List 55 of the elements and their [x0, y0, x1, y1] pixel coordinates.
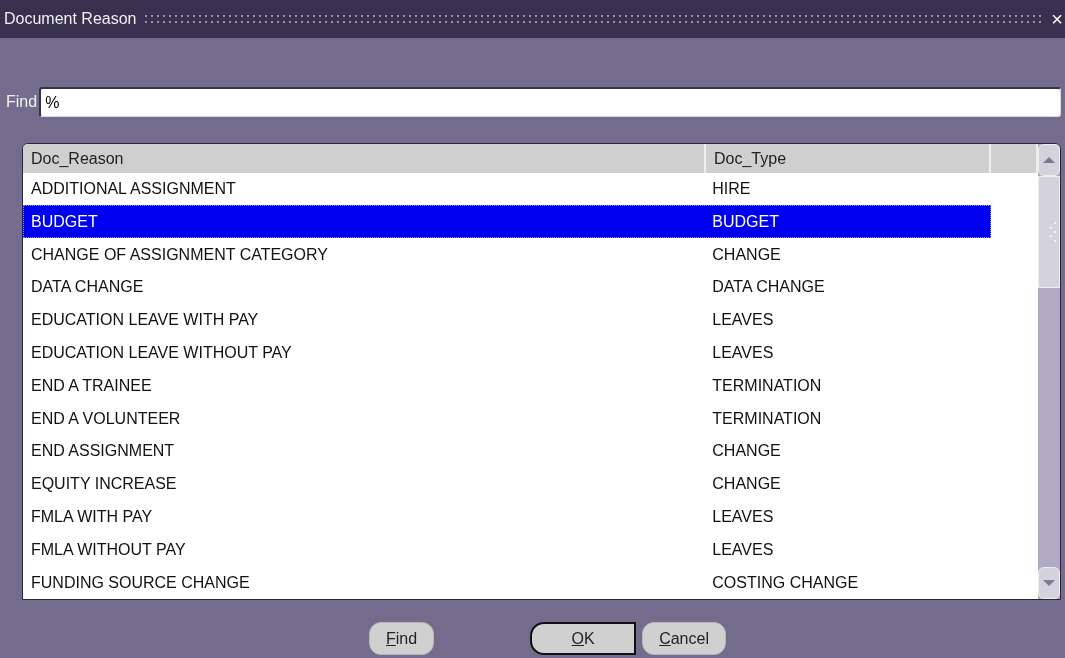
table-cell-text: BUDGET: [711, 212, 780, 231]
table-cell-text: LEAVES: [711, 311, 775, 330]
up-arrow-icon: [1043, 157, 1055, 163]
table-cell-text: ADDITIONAL ASSIGNMENT: [30, 180, 237, 199]
table-row[interactable]: DATA CHANGE DATA CHANGE: [23, 271, 991, 304]
down-arrow-icon: [1043, 580, 1055, 586]
table-cell-text: END A VOLUNTEER: [30, 409, 182, 428]
table-row[interactable]: ADDITIONAL ASSIGNMENT HIRE: [23, 172, 991, 206]
table-cell-text: LEAVES: [711, 344, 775, 362]
table-row[interactable]: FMLA WITHOUT PAY LEAVES: [23, 533, 991, 567]
table-cell-text: CHANGE OF ASSIGNMENT CATEGORY: [30, 245, 329, 264]
table-cell-text: COSTING CHANGE: [711, 573, 860, 592]
table-cell-text: LEAVES: [711, 508, 775, 526]
find-field[interactable]: %: [39, 87, 1061, 117]
table-cell-text: DATA CHANGE: [711, 278, 826, 297]
table-row[interactable]: END A TRAINEE TERMINATION: [23, 369, 991, 403]
column-header[interactable]: Doc_Reason: [23, 144, 706, 173]
table-cell-text: EDUCATION LEAVE WITH PAY: [30, 311, 260, 330]
close-button[interactable]: ×: [1049, 7, 1065, 31]
table-row[interactable]: END A VOLUNTEER TERMINATION: [23, 402, 991, 435]
scrollbar[interactable]: [1038, 144, 1060, 599]
table-cell-text: FUNDING SOURCE CHANGE: [30, 573, 251, 592]
find-label: Find: [6, 93, 38, 111]
table-cell-text: BUDGET: [30, 212, 99, 231]
table-cell-text: CHANGE: [711, 245, 782, 264]
scroll-up-button[interactable]: [1038, 144, 1060, 176]
table-cell-text: CHANGE: [711, 475, 782, 494]
table-cell-text: LEAVES: [711, 540, 775, 559]
table-row[interactable]: BUDGET BUDGET: [23, 205, 991, 239]
table-row[interactable]: FUNDING SOURCE CHANGE COSTING CHANGE: [23, 566, 991, 599]
scroll-down-button[interactable]: [1038, 567, 1060, 599]
table-cell-text: END ASSIGNMENT: [30, 442, 176, 461]
table-row[interactable]: EQUITY INCREASE CHANGE: [23, 467, 991, 501]
table-row[interactable]: FMLA WITH PAY LEAVES: [23, 500, 991, 534]
table-cell-text: TERMINATION: [711, 409, 823, 428]
table-row[interactable]: END ASSIGNMENT CHANGE: [23, 435, 991, 468]
table-cell-text: FMLA WITH PAY: [30, 508, 154, 526]
table-cell-text: FMLA WITHOUT PAY: [30, 540, 187, 559]
scroll-thumb[interactable]: [1038, 176, 1060, 288]
table-cell-text: END A TRAINEE: [30, 376, 153, 395]
table-row[interactable]: EDUCATION LEAVE WITHOUT PAY LEAVES: [23, 336, 991, 370]
window-title: Document Reason: [4, 10, 137, 28]
column-header[interactable]: Doc_Type: [706, 144, 991, 173]
grip-icon: [1049, 221, 1057, 243]
table-cell-text: TERMINATION: [711, 376, 823, 395]
table-cell-text: HIRE: [711, 180, 752, 199]
table-cell-text: EDUCATION LEAVE WITHOUT PAY: [30, 344, 293, 362]
table-row[interactable]: EDUCATION LEAVE WITH PAY LEAVES: [23, 303, 991, 337]
table-row[interactable]: CHANGE OF ASSIGNMENT CATEGORY CHANGE: [23, 238, 991, 272]
table-cell-text: EQUITY INCREASE: [30, 475, 178, 494]
dialog-button[interactable]: OK: [530, 622, 637, 655]
dialog-button[interactable]: Cancel: [642, 622, 726, 655]
table-cell-text: CHANGE: [711, 442, 782, 461]
dialog-button[interactable]: Find: [369, 622, 435, 655]
table-cell-text: DATA CHANGE: [30, 278, 145, 297]
